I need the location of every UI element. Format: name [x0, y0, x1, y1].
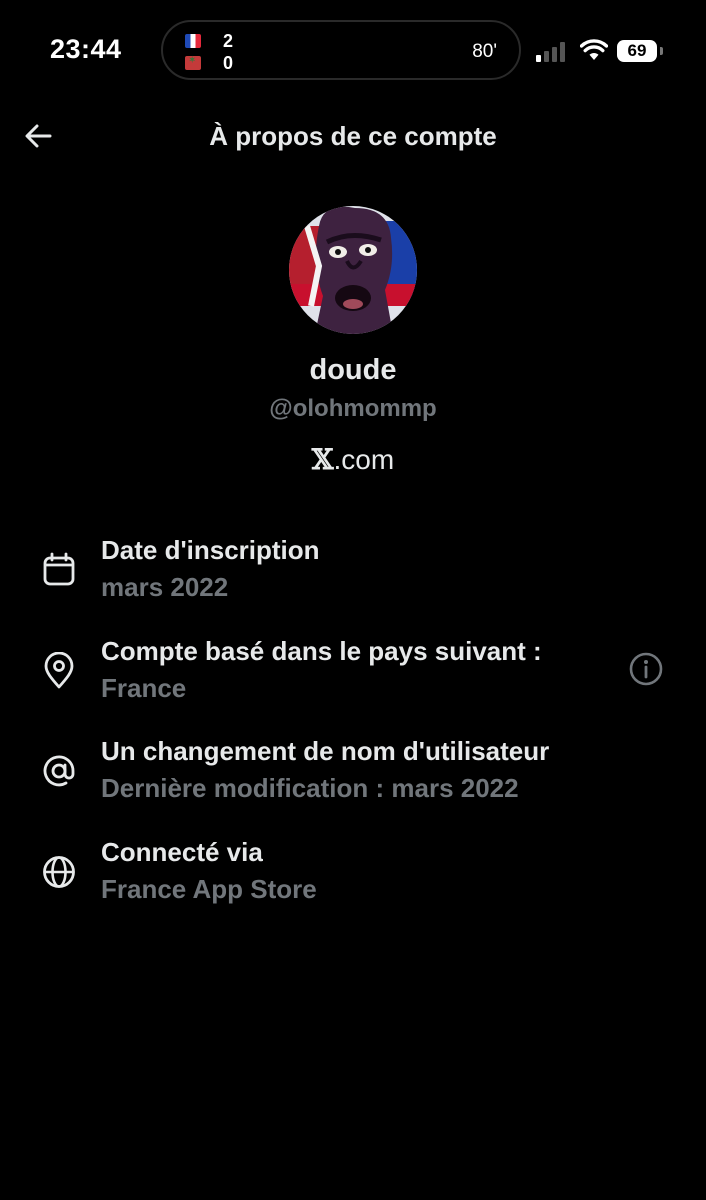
info-row-username-change: Un changement de nom d'utilisateur Derni…	[0, 736, 706, 816]
profile-handle: @olohmommp	[269, 395, 437, 422]
info-row-country: Compte basé dans le pays suivant : Franc…	[0, 636, 706, 716]
info-title: Date d'inscription	[101, 535, 320, 565]
team-b-score: 0	[223, 53, 234, 73]
match-minute: 80'	[472, 41, 497, 62]
flag-france-icon	[185, 34, 201, 48]
info-title: Un changement de nom d'utilisateur	[101, 736, 550, 766]
at-sign-icon	[43, 755, 75, 787]
profile-picture	[289, 206, 417, 334]
team-a-score: 2	[223, 31, 234, 51]
wifi-icon	[580, 39, 608, 60]
info-value: France App Store	[101, 874, 317, 904]
info-row-join-date: Date d'inscription mars 2022	[0, 535, 706, 615]
header: À propos de ce compte	[0, 104, 706, 168]
x-logo-icon: 𝕏	[311, 443, 334, 476]
battery-level: 69	[617, 40, 657, 62]
avatar[interactable]	[289, 206, 417, 334]
profile-name: doude	[309, 354, 397, 386]
profile-site: 𝕏.com	[0, 443, 706, 476]
globe-icon	[43, 856, 75, 888]
info-value: Dernière modification : mars 2022	[101, 773, 519, 803]
cellular-signal-icon	[536, 40, 570, 62]
page-title: À propos de ce compte	[209, 121, 497, 151]
status-time: 23:44	[50, 34, 122, 64]
profile-site-suffix: .com	[333, 444, 395, 475]
live-activity-score[interactable]: 2 0 80'	[161, 20, 521, 80]
flag-morocco-icon	[185, 55, 201, 70]
info-title: Compte basé dans le pays suivant :	[101, 636, 542, 666]
info-value: France	[101, 673, 187, 703]
info-row-connected-via: Connecté via France App Store	[0, 837, 706, 917]
status-bar: 23:44 2 0 80' 69	[0, 0, 706, 104]
info-icon	[629, 652, 663, 686]
info-value: mars 2022	[101, 572, 229, 602]
country-info-button[interactable]	[628, 651, 664, 687]
location-pin-icon	[44, 652, 74, 689]
info-title: Connecté via	[101, 837, 263, 867]
calendar-icon	[43, 552, 75, 586]
battery-tip	[660, 47, 663, 55]
